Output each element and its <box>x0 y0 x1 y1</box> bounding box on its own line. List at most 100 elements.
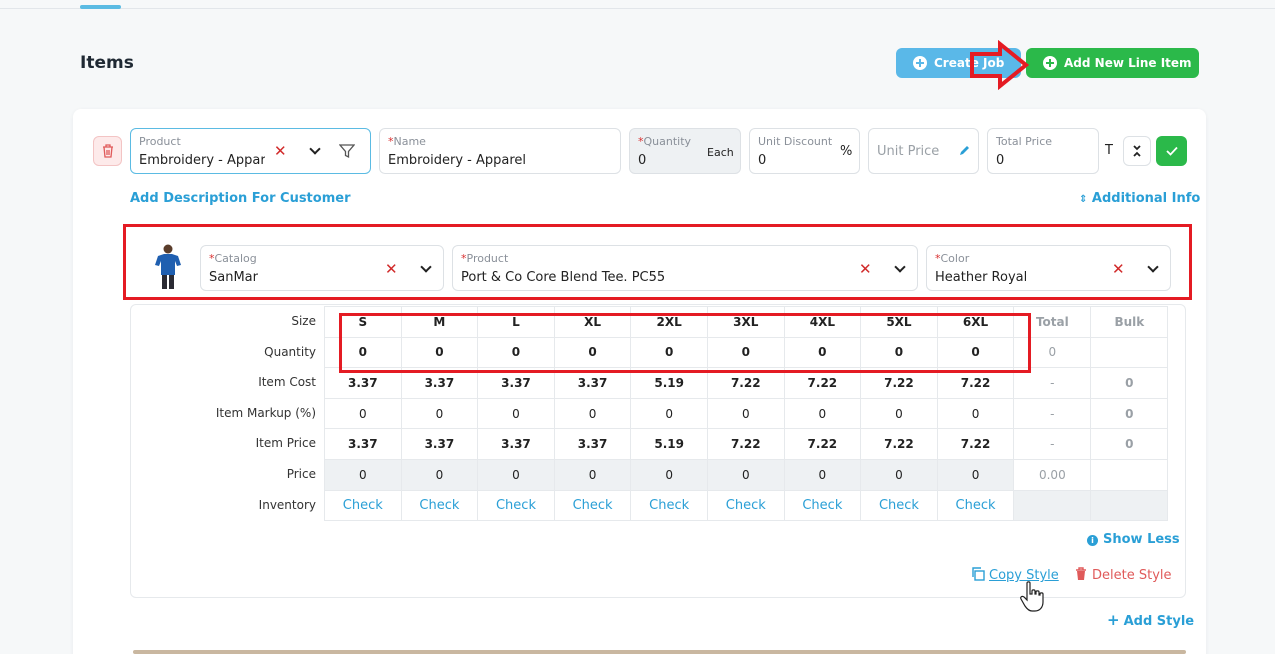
collapse-icon <box>1133 145 1141 157</box>
info-icon: i <box>1087 535 1098 546</box>
total-price-value: 0 <box>996 153 1005 168</box>
plus-circle-icon <box>913 56 927 70</box>
row-label-price: Price <box>286 466 316 481</box>
name-label: *Name <box>388 135 426 148</box>
catalog-value: SanMar <box>209 270 258 285</box>
clear-icon[interactable]: ✕ <box>1112 260 1125 278</box>
bulk-header: Bulk <box>1090 306 1169 338</box>
item-cost-bulk[interactable]: 0 <box>1090 367 1169 399</box>
add-new-line-item-button[interactable]: Add New Line Item <box>1026 48 1199 78</box>
item-markup-cell[interactable]: 0 <box>630 397 708 430</box>
quantity-field: *Quantity 0 Each <box>629 128 741 174</box>
trash-icon <box>102 144 113 158</box>
item-price-total: - <box>1013 428 1092 460</box>
item-markup-cell[interactable]: 0 <box>860 397 938 430</box>
name-value: Embroidery - Apparel <box>388 153 527 168</box>
inventory-check-link[interactable]: Check <box>400 489 479 522</box>
item-price-cell[interactable]: 7.22 <box>706 428 785 460</box>
item-markup-cell[interactable]: 0 <box>706 397 785 430</box>
item-markup-cell[interactable]: 0 <box>400 397 479 430</box>
row-label-item-markup: Item Markup (%) <box>215 405 316 420</box>
inventory-check-link[interactable]: Check <box>553 489 632 522</box>
plus-icon: + <box>1107 611 1120 629</box>
unit-discount-label: Unit Discount <box>758 135 833 148</box>
trash-icon <box>1076 567 1086 580</box>
inventory-bulk <box>1090 489 1169 522</box>
product-select[interactable]: Product Embroidery - Apparel ✕ <box>130 128 371 174</box>
add-description-link[interactable]: Add Description For Customer <box>130 191 350 206</box>
catalog-select[interactable]: *Catalog SanMar ✕ <box>200 245 444 291</box>
chevron-down-icon[interactable] <box>420 261 432 273</box>
inventory-check-link[interactable]: Check <box>324 489 402 522</box>
inventory-check-link[interactable]: Check <box>630 489 708 522</box>
item-price-cell[interactable]: 7.22 <box>783 428 862 460</box>
row-label-size: Size <box>291 314 316 328</box>
color-select[interactable]: *Color Heather Royal ✕ <box>926 245 1171 291</box>
hand-cursor-icon <box>1020 581 1044 612</box>
tax-toggle-label[interactable]: T <box>1105 143 1113 158</box>
pencil-icon[interactable] <box>959 144 971 156</box>
additional-info-link[interactable]: ⇕ Additional Info <box>1079 191 1200 206</box>
style-product-select[interactable]: *Product Port & Co Core Blend Tee. PC55 … <box>452 245 918 291</box>
clear-icon[interactable]: ✕ <box>859 260 872 278</box>
chevron-down-icon[interactable] <box>1147 261 1159 273</box>
unit-discount-field[interactable]: Unit Discount 0 % <box>749 128 860 174</box>
add-new-line-item-label: Add New Line Item <box>1064 56 1192 70</box>
size-grid-row-labels: Size Quantity Item Cost Item Markup (%) … <box>130 306 316 520</box>
catalog-label: *Catalog <box>209 252 257 265</box>
color-value: Heather Royal <box>935 270 1028 285</box>
item-markup-cell[interactable]: 0 <box>553 397 632 430</box>
price-cell: 0 <box>400 458 479 491</box>
unit-price-field[interactable]: Unit Price <box>868 128 979 174</box>
collapse-button[interactable] <box>1123 136 1151 166</box>
clear-icon[interactable]: ✕ <box>385 260 398 278</box>
row-label-item-price: Item Price <box>255 436 316 451</box>
total-price-label: Total Price <box>996 135 1053 148</box>
inventory-row: Check Check Check Check Check Check Check Check… <box>324 489 1169 522</box>
item-markup-cell[interactable]: 0 <box>324 397 402 430</box>
total-price-field: Total Price 0 <box>987 128 1099 174</box>
product-label: Product <box>139 135 181 148</box>
item-price-cell[interactable]: 3.37 <box>400 428 479 460</box>
row-label-item-cost: Item Cost <box>258 375 316 390</box>
item-price-cell[interactable]: 7.22 <box>936 428 1015 460</box>
product-thumbnail <box>155 244 181 289</box>
price-total: 0.00 <box>1013 458 1092 491</box>
delete-style-link[interactable]: Delete Style <box>1075 567 1172 583</box>
save-line-item-button[interactable] <box>1156 136 1187 166</box>
item-markup-bulk[interactable]: 0 <box>1090 397 1169 430</box>
chevron-down-icon[interactable] <box>894 261 906 273</box>
item-markup-cell[interactable]: 0 <box>783 397 862 430</box>
inventory-check-link[interactable]: Check <box>706 489 785 522</box>
next-card-edge <box>133 650 1186 654</box>
chevron-down-icon[interactable] <box>309 143 321 155</box>
row-label-quantity: Quantity <box>264 344 316 359</box>
filter-icon[interactable] <box>339 143 355 159</box>
item-price-cell[interactable]: 7.22 <box>860 428 938 460</box>
price-cell: 0 <box>860 458 938 491</box>
item-price-cell[interactable]: 3.37 <box>477 428 555 460</box>
item-markup-cell[interactable]: 0 <box>477 397 555 430</box>
item-price-cell[interactable]: 3.37 <box>324 428 402 460</box>
inventory-check-link[interactable]: Check <box>477 489 555 522</box>
item-markup-row: 000000000-0 <box>324 397 1169 430</box>
add-style-link[interactable]: + Add Style <box>1107 611 1194 629</box>
item-price-cell[interactable]: 5.19 <box>630 428 708 460</box>
tab-underline <box>0 8 1275 9</box>
active-tab-indicator <box>80 5 121 9</box>
row-label-inventory: Inventory <box>258 497 316 512</box>
inventory-check-link[interactable]: Check <box>860 489 938 522</box>
inventory-check-link[interactable]: Check <box>783 489 862 522</box>
delete-line-item-button[interactable] <box>93 136 122 166</box>
item-price-cell[interactable]: 3.37 <box>553 428 632 460</box>
item-price-bulk[interactable]: 0 <box>1090 428 1169 460</box>
check-icon <box>1165 146 1178 156</box>
name-field[interactable]: *Name Embroidery - Apparel <box>379 128 621 174</box>
inventory-check-link[interactable]: Check <box>936 489 1015 522</box>
price-row: 0 0 0 0 0 0 0 0 0 0.00 <box>324 458 1169 491</box>
clear-icon[interactable]: ✕ <box>274 142 287 160</box>
show-less-link[interactable]: i Show Less <box>1087 532 1180 547</box>
item-markup-cell[interactable]: 0 <box>936 397 1015 430</box>
item-markup-total: - <box>1013 397 1092 430</box>
quantity-value: 0 <box>638 153 647 168</box>
